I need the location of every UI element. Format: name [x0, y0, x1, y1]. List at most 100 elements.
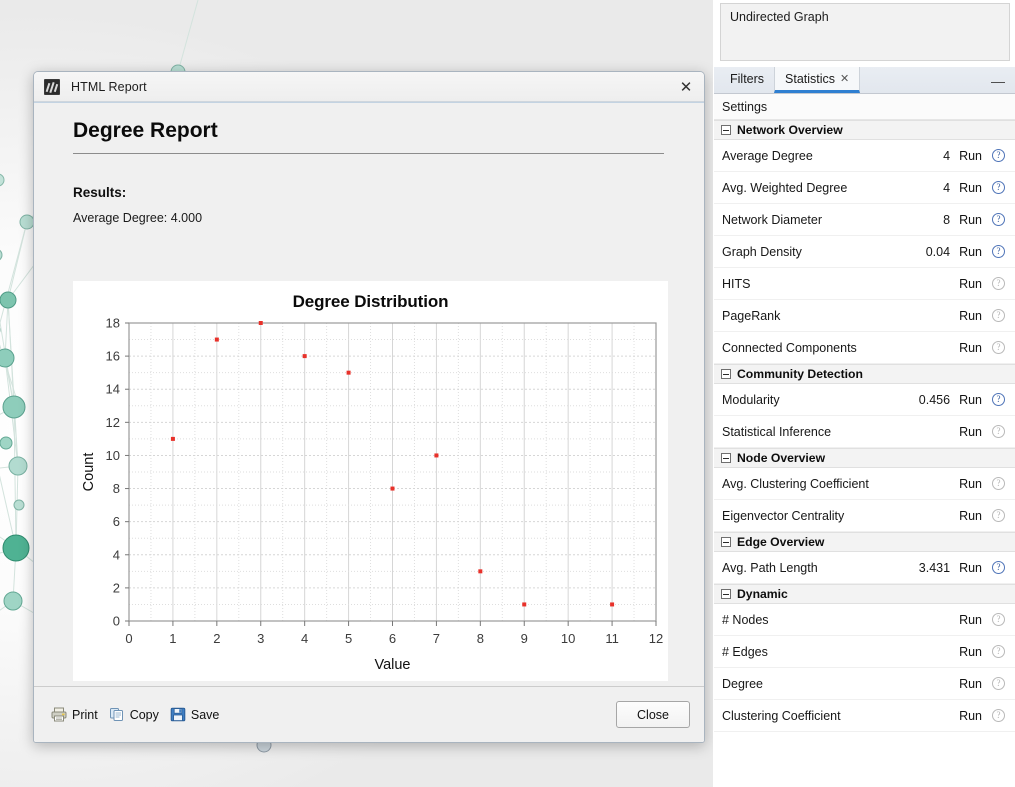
tab-close-icon[interactable]: ✕	[840, 72, 849, 85]
print-button[interactable]: Print	[47, 704, 105, 725]
statistic-name: Avg. Weighted Degree	[722, 180, 848, 195]
svg-text:16: 16	[106, 349, 120, 364]
statistic-name: Clustering Coefficient	[722, 708, 841, 723]
svg-text:18: 18	[106, 316, 120, 331]
svg-text:0: 0	[125, 631, 132, 646]
floppy-disk-icon	[170, 707, 186, 722]
svg-text:14: 14	[106, 382, 120, 397]
run-button[interactable]: Run	[959, 425, 982, 439]
help-icon[interactable]: ?	[992, 213, 1005, 226]
statistic-name: Connected Components	[722, 340, 857, 355]
collapse-toggle-icon[interactable]	[721, 537, 731, 547]
help-icon[interactable]: ?	[992, 181, 1005, 194]
statistic-row[interactable]: HITS Run?	[714, 268, 1015, 300]
run-button[interactable]: Run	[959, 561, 982, 575]
statistic-row[interactable]: Modularity 0.456 Run?	[714, 384, 1015, 416]
save-label: Save	[190, 707, 220, 722]
printer-icon	[51, 707, 67, 722]
save-button[interactable]: Save	[166, 704, 227, 725]
run-button[interactable]: Run	[959, 213, 982, 227]
run-button[interactable]: Run	[959, 393, 982, 407]
settings-row[interactable]: Settings	[714, 94, 1015, 120]
statistic-row[interactable]: Network Diameter 8 Run?	[714, 204, 1015, 236]
tab-statistics[interactable]: Statistics ✕	[774, 67, 861, 93]
copy-button[interactable]: Copy	[105, 704, 166, 725]
close-dialog-button[interactable]: Close	[616, 701, 690, 728]
minimize-icon[interactable]: —	[989, 70, 1007, 88]
run-button[interactable]: Run	[959, 277, 982, 291]
section-header[interactable]: Node Overview	[714, 448, 1015, 468]
statistic-row[interactable]: Graph Density 0.04 Run?	[714, 236, 1015, 268]
statistic-row[interactable]: Connected Components Run?	[714, 332, 1015, 364]
section-header[interactable]: Edge Overview	[714, 532, 1015, 552]
statistic-value: 3.431	[918, 560, 951, 575]
tab-filters[interactable]: Filters	[720, 67, 774, 93]
help-icon[interactable]: ?	[992, 561, 1005, 574]
statistic-row[interactable]: Avg. Weighted Degree 4 Run?	[714, 172, 1015, 204]
run-button[interactable]: Run	[959, 645, 982, 659]
section-header[interactable]: Dynamic	[714, 584, 1015, 604]
section-header[interactable]: Community Detection	[714, 364, 1015, 384]
html-report-dialog: HTML Report ✕ Degree Report Results: Ave…	[33, 71, 705, 743]
help-icon[interactable]: ?	[992, 341, 1005, 354]
run-button[interactable]: Run	[959, 509, 982, 523]
run-button[interactable]: Run	[959, 477, 982, 491]
data-point	[258, 321, 263, 325]
panel-tabbar: Filters Statistics ✕ —	[714, 67, 1015, 94]
run-button[interactable]: Run	[959, 341, 982, 355]
statistic-row[interactable]: Clustering Coefficient Run?	[714, 700, 1015, 732]
help-icon[interactable]: ?	[992, 277, 1005, 290]
statistic-row[interactable]: Degree Run?	[714, 668, 1015, 700]
statistic-row[interactable]: Average Degree 4 Run?	[714, 140, 1015, 172]
run-button[interactable]: Run	[959, 613, 982, 627]
statistic-name: Network Diameter	[722, 212, 823, 227]
section-header[interactable]: Network Overview	[714, 120, 1015, 140]
run-button[interactable]: Run	[959, 149, 982, 163]
svg-text:10: 10	[106, 448, 120, 463]
collapse-toggle-icon[interactable]	[721, 589, 731, 599]
data-point	[434, 453, 439, 458]
dialog-titlebar[interactable]: HTML Report ✕	[34, 72, 704, 102]
svg-text:11: 11	[605, 631, 619, 646]
section-title: Community Detection	[737, 367, 863, 381]
help-icon[interactable]: ?	[992, 477, 1005, 490]
chart-y-axis: 0 2 4 6 8 10 12 14 16 18	[106, 316, 129, 629]
help-icon[interactable]: ?	[992, 425, 1005, 438]
svg-text:8: 8	[113, 481, 120, 496]
run-button[interactable]: Run	[959, 309, 982, 323]
statistic-row[interactable]: # Nodes Run?	[714, 604, 1015, 636]
collapse-toggle-icon[interactable]	[721, 453, 731, 463]
x-axis-label: Value	[374, 657, 410, 673]
run-button[interactable]: Run	[959, 181, 982, 195]
help-icon[interactable]: ?	[992, 677, 1005, 690]
svg-text:4: 4	[301, 631, 308, 646]
help-icon[interactable]: ?	[992, 309, 1005, 322]
help-icon[interactable]: ?	[992, 393, 1005, 406]
statistic-name: # Nodes	[722, 612, 769, 627]
help-icon[interactable]: ?	[992, 645, 1005, 658]
statistic-row[interactable]: Avg. Clustering Coefficient Run?	[714, 468, 1015, 500]
graph-type-label: Undirected Graph	[730, 10, 829, 24]
statistic-row[interactable]: Eigenvector Centrality Run?	[714, 500, 1015, 532]
run-button[interactable]: Run	[959, 677, 982, 691]
collapse-toggle-icon[interactable]	[721, 369, 731, 379]
help-icon[interactable]: ?	[992, 613, 1005, 626]
help-icon[interactable]: ?	[992, 149, 1005, 162]
data-point	[390, 486, 395, 491]
statistic-row[interactable]: Statistical Inference Run?	[714, 416, 1015, 448]
close-icon[interactable]: ✕	[675, 76, 697, 98]
statistic-name: Average Degree	[722, 148, 813, 163]
average-degree-text: Average Degree: 4.000	[73, 211, 203, 225]
help-icon[interactable]: ?	[992, 245, 1005, 258]
help-icon[interactable]: ?	[992, 509, 1005, 522]
run-button[interactable]: Run	[959, 709, 982, 723]
statistic-value: 0.456	[918, 392, 951, 407]
statistic-row[interactable]: # Edges Run?	[714, 636, 1015, 668]
statistic-row[interactable]: Avg. Path Length 3.431 Run?	[714, 552, 1015, 584]
run-button[interactable]: Run	[959, 245, 982, 259]
help-icon[interactable]: ?	[992, 709, 1005, 722]
collapse-toggle-icon[interactable]	[721, 125, 731, 135]
data-point	[478, 569, 483, 574]
statistic-row[interactable]: PageRank Run?	[714, 300, 1015, 332]
statistic-name: # Edges	[722, 644, 768, 659]
